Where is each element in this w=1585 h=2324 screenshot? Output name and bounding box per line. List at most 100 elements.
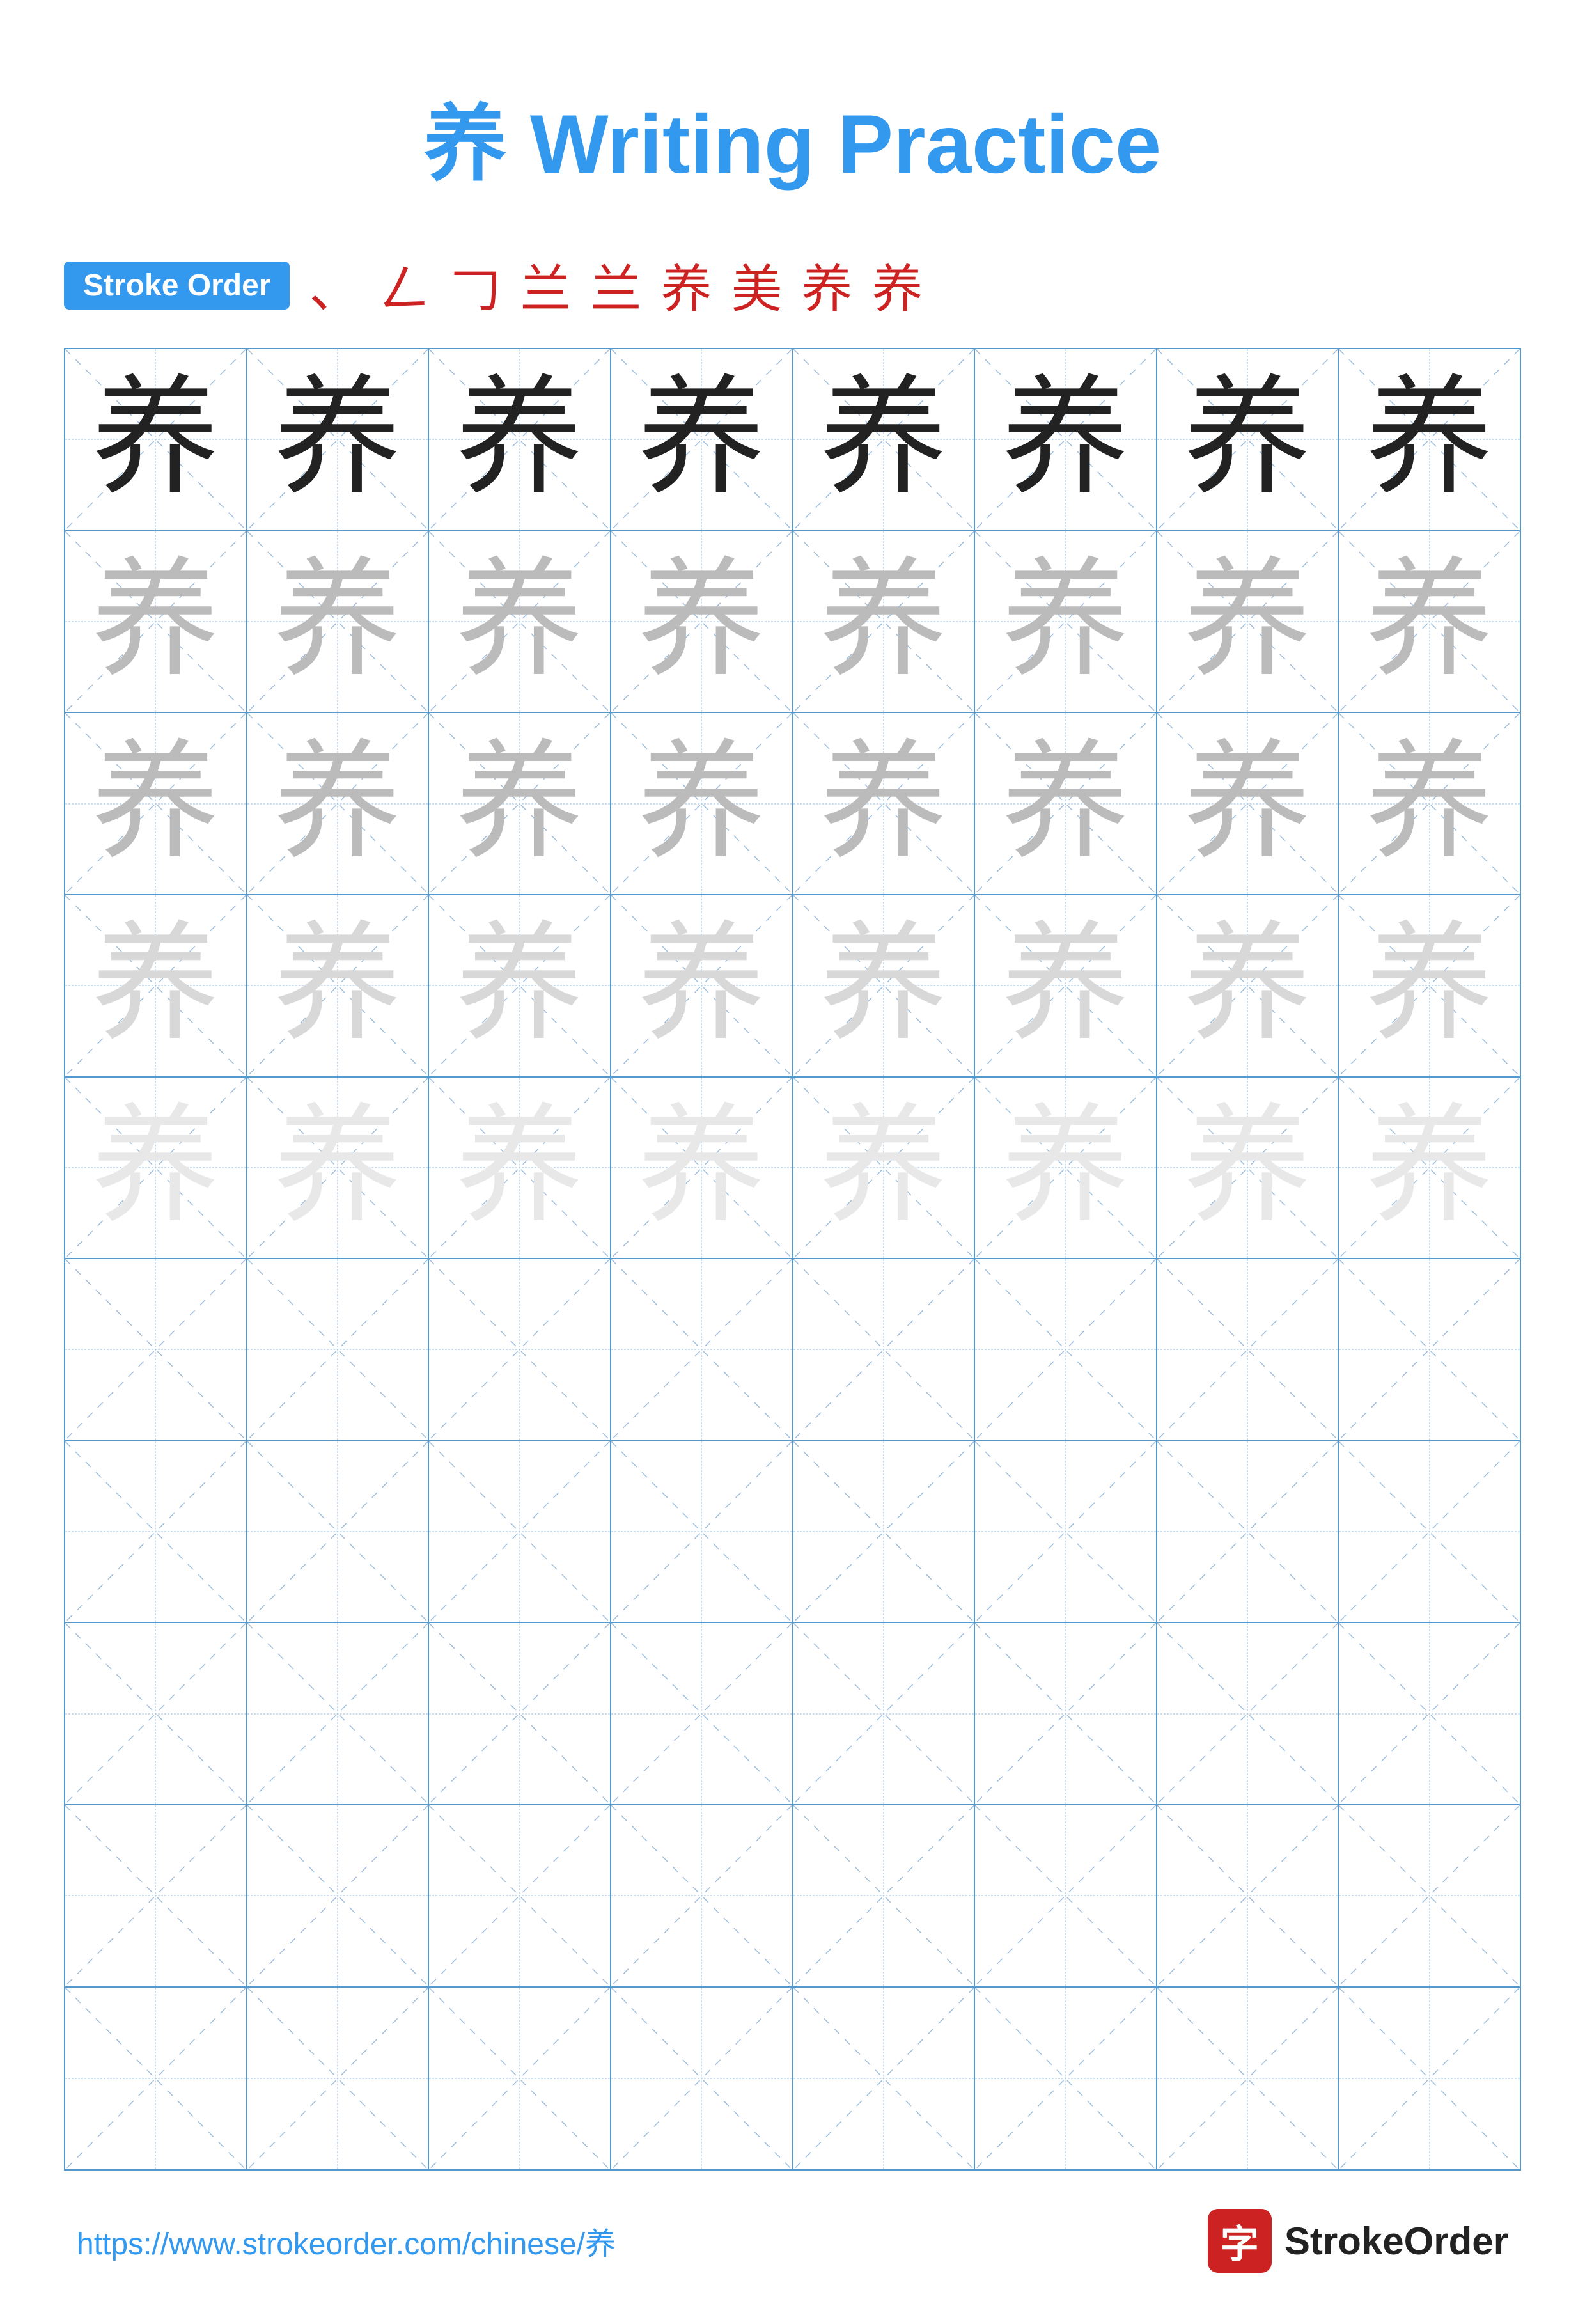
grid-cell[interactable] [65, 1259, 247, 1441]
grid-cell[interactable]: 养 [247, 895, 430, 1078]
grid-cell[interactable]: 养 [611, 1078, 793, 1260]
grid-cell[interactable]: 养 [429, 349, 611, 531]
grid-cell[interactable] [429, 1805, 611, 1988]
grid-cell[interactable] [429, 1259, 611, 1441]
grid-cell[interactable] [793, 1441, 976, 1624]
grid-cell[interactable]: 养 [429, 895, 611, 1078]
grid-cell[interactable] [611, 1259, 793, 1441]
grid-cell[interactable] [611, 1623, 793, 1805]
practice-char: 养 [1157, 1078, 1338, 1259]
grid-cell[interactable]: 养 [611, 895, 793, 1078]
grid-cell[interactable]: 养 [429, 713, 611, 895]
grid-cell[interactable] [1157, 1988, 1339, 2170]
grid-cell[interactable]: 养 [793, 531, 976, 714]
grid-cell[interactable] [975, 1988, 1157, 2170]
grid-cell[interactable]: 养 [611, 713, 793, 895]
grid-cell[interactable]: 养 [793, 1078, 976, 1260]
grid-cell[interactable]: 养 [65, 713, 247, 895]
grid-cell[interactable]: 养 [429, 531, 611, 714]
grid-cell[interactable] [247, 1988, 430, 2170]
grid-cell[interactable] [975, 1805, 1157, 1988]
grid-cell[interactable]: 养 [1157, 1078, 1339, 1260]
grid-cell[interactable]: 养 [1339, 895, 1520, 1078]
grid-cell[interactable] [975, 1259, 1157, 1441]
grid-cell[interactable] [1339, 1623, 1520, 1805]
grid-cell[interactable] [65, 1623, 247, 1805]
grid-cell[interactable]: 养 [611, 349, 793, 531]
practice-char: 养 [1157, 895, 1338, 1076]
grid-cell[interactable] [429, 1988, 611, 2170]
grid-cell[interactable] [1339, 1441, 1520, 1624]
grid-cell[interactable]: 养 [65, 1078, 247, 1260]
grid-cell[interactable] [65, 1988, 247, 2170]
grid-cell[interactable] [793, 1805, 976, 1988]
grid-cell[interactable]: 养 [611, 531, 793, 714]
grid-cell[interactable] [247, 1805, 430, 1988]
grid-cell[interactable] [975, 1623, 1157, 1805]
grid-cell[interactable]: 养 [1339, 349, 1520, 531]
grid-cell[interactable] [611, 1988, 793, 2170]
grid-cell[interactable] [247, 1441, 430, 1624]
grid-cell[interactable] [65, 1805, 247, 1988]
stroke-char-9: 养 [871, 248, 923, 322]
practice-char: 养 [611, 1078, 792, 1259]
grid-cell[interactable]: 养 [793, 349, 976, 531]
grid-cell[interactable] [1157, 1623, 1339, 1805]
title-english: Writing Practice [507, 97, 1161, 191]
grid-cell[interactable] [65, 1441, 247, 1624]
grid-cell[interactable] [429, 1623, 611, 1805]
grid-cell[interactable]: 养 [1157, 713, 1339, 895]
grid-cell[interactable]: 养 [1157, 531, 1339, 714]
grid-cell[interactable]: 养 [65, 349, 247, 531]
grid-cell[interactable] [1339, 1259, 1520, 1441]
grid-cell[interactable]: 养 [247, 531, 430, 714]
grid-cell[interactable] [1157, 1441, 1339, 1624]
grid-cell[interactable]: 养 [975, 713, 1157, 895]
grid-cell[interactable]: 养 [793, 895, 976, 1078]
grid-row: 养养养养养养养养 [65, 1078, 1520, 1260]
grid-cell[interactable]: 养 [1339, 1078, 1520, 1260]
grid-cell[interactable]: 养 [975, 531, 1157, 714]
practice-char: 养 [793, 895, 974, 1076]
grid-cell[interactable] [247, 1259, 430, 1441]
grid-cell[interactable]: 养 [975, 1078, 1157, 1260]
grid-row: 养养养养养养养养 [65, 713, 1520, 895]
grid-cell[interactable]: 养 [429, 1078, 611, 1260]
grid-cell[interactable] [1339, 1805, 1520, 1988]
grid-cell[interactable]: 养 [247, 349, 430, 531]
grid-cell[interactable]: 养 [1157, 895, 1339, 1078]
grid-cell[interactable]: 养 [1339, 531, 1520, 714]
writing-grid: 养养养养养养养养养养养养养养养养养养养养养养养养养养养养养养养养养养养养养养养养 [64, 348, 1521, 2171]
grid-cell[interactable] [793, 1988, 976, 2170]
grid-cell[interactable]: 养 [975, 349, 1157, 531]
title-area: 养 Writing Practice [424, 77, 1161, 197]
grid-cell[interactable]: 养 [1157, 349, 1339, 531]
grid-cell[interactable]: 养 [65, 895, 247, 1078]
grid-cell[interactable] [429, 1441, 611, 1624]
grid-cell[interactable]: 养 [65, 531, 247, 714]
grid-cell[interactable] [247, 1623, 430, 1805]
footer-url[interactable]: https://www.strokeorder.com/chinese/养 [77, 2218, 616, 2263]
grid-cell[interactable] [1339, 1988, 1520, 2170]
grid-cell[interactable] [1157, 1805, 1339, 1988]
practice-char: 养 [975, 349, 1156, 530]
grid-cell[interactable]: 养 [247, 1078, 430, 1260]
practice-char: 养 [1157, 531, 1338, 712]
grid-cell[interactable]: 养 [975, 895, 1157, 1078]
grid-cell[interactable]: 养 [793, 713, 976, 895]
stroke-char-8: 养 [801, 248, 852, 322]
grid-cell[interactable] [793, 1623, 976, 1805]
logo-char: 字 [1221, 2213, 1259, 2269]
practice-char: 养 [65, 895, 246, 1076]
grid-cell[interactable] [975, 1441, 1157, 1624]
grid-cell[interactable] [611, 1805, 793, 1988]
grid-row [65, 1441, 1520, 1624]
grid-cell[interactable] [793, 1259, 976, 1441]
practice-char: 养 [247, 349, 428, 530]
grid-cell[interactable]: 养 [247, 713, 430, 895]
grid-cell[interactable]: 养 [1339, 713, 1520, 895]
grid-cell[interactable] [611, 1441, 793, 1624]
practice-char: 养 [1339, 713, 1520, 894]
practice-char: 养 [611, 349, 792, 530]
grid-cell[interactable] [1157, 1259, 1339, 1441]
